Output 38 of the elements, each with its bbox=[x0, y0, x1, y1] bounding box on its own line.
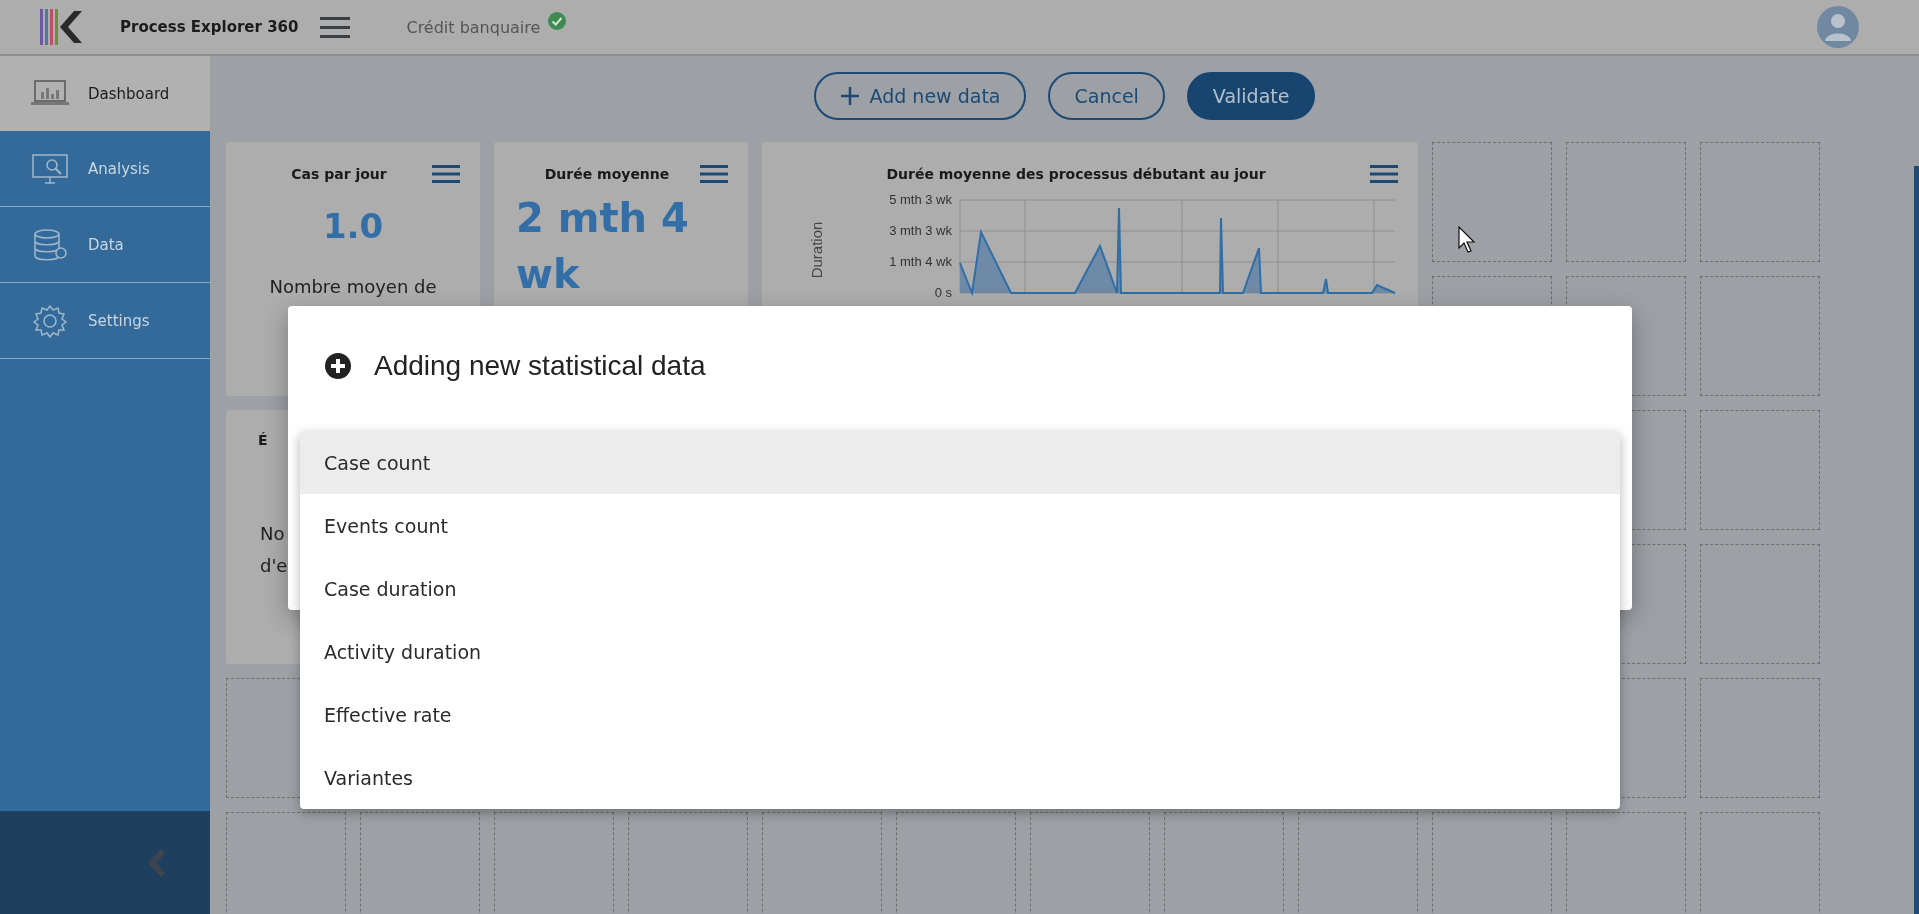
card-title: Durée moyenne bbox=[543, 166, 671, 182]
dropdown-option[interactable]: Case duration bbox=[300, 557, 1620, 620]
menu-icon[interactable] bbox=[320, 15, 351, 39]
add-data-button[interactable]: Add new data bbox=[813, 72, 1027, 120]
plus-icon bbox=[839, 86, 860, 106]
mouse-pointer-icon bbox=[1458, 226, 1476, 254]
gear-icon bbox=[30, 303, 70, 338]
dropdown-option[interactable]: Variantes bbox=[300, 746, 1620, 809]
axis-tick-label: 1 mth 4 wk bbox=[889, 254, 952, 269]
kpi-description: d'e bbox=[260, 554, 288, 578]
dropdown-option[interactable]: Events count bbox=[300, 494, 1620, 557]
axis-tick-label: 3 mth 3 wk bbox=[889, 223, 952, 238]
dropdown-option[interactable]: Activity duration bbox=[300, 620, 1620, 683]
dropdown-option[interactable]: Effective rate bbox=[300, 683, 1620, 746]
project-name: Crédit banquaire bbox=[406, 17, 541, 37]
dialog-title: Adding new statistical data bbox=[374, 350, 706, 382]
axis-tick-label: 0 s bbox=[934, 285, 952, 300]
axis-tick-label: 5 mth 3 wk bbox=[889, 192, 952, 207]
menu-icon[interactable] bbox=[1370, 164, 1398, 184]
plus-circle-icon bbox=[324, 352, 352, 380]
app-title: Process Explorer 360 bbox=[120, 18, 299, 36]
card-title: É bbox=[258, 432, 268, 448]
validate-button[interactable]: Validate bbox=[1186, 72, 1316, 120]
scrollbar[interactable] bbox=[1914, 166, 1919, 914]
kpi-description: Nombre moyen de bbox=[269, 276, 437, 297]
card-title: Cas par jour bbox=[290, 166, 388, 182]
kpi-value: 1.0 bbox=[322, 206, 384, 246]
logo-icon bbox=[38, 7, 82, 47]
monitor-magnifier-icon bbox=[30, 151, 70, 186]
kpi-description: No bbox=[260, 522, 285, 546]
cancel-button[interactable]: Cancel bbox=[1048, 72, 1165, 120]
axis-title: Duration bbox=[808, 221, 825, 279]
kpi-value: 2 mth 4 wk bbox=[516, 194, 690, 299]
menu-icon[interactable] bbox=[432, 164, 460, 184]
dropdown-option[interactable]: Case count bbox=[300, 431, 1620, 494]
menu-icon[interactable] bbox=[700, 164, 728, 184]
card-title: Durée moyenne des processus débutant au jour bbox=[885, 166, 1267, 182]
sidebar-item[interactable]: Dashboard bbox=[0, 56, 210, 131]
